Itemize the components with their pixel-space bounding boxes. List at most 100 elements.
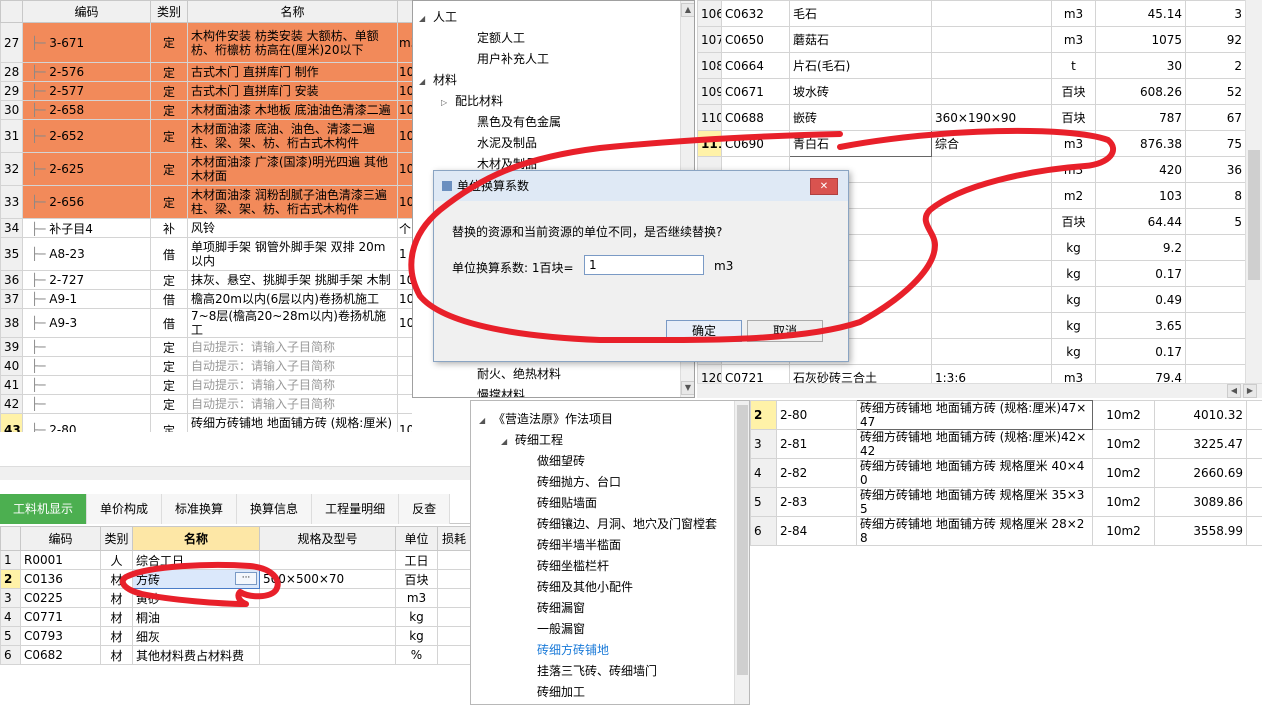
quota-unit[interactable]: 10m2 [1092, 429, 1155, 459]
row-code[interactable]: ├─ 3-671 [22, 22, 151, 63]
scroll-right-icon[interactable]: ▶ [1243, 384, 1257, 398]
glj-name[interactable]: 桐油 [132, 607, 260, 627]
glj-spec[interactable] [259, 588, 396, 608]
row-unit[interactable]: 10 [397, 100, 412, 120]
row-number[interactable]: 34 [0, 218, 23, 238]
col-type[interactable]: 类别 [150, 0, 188, 23]
quota-code[interactable]: 2-84 [776, 516, 857, 546]
tree-node[interactable]: 耐火、绝热材料 [419, 364, 679, 385]
expanded-arrow-icon[interactable]: ◢ [419, 8, 433, 29]
row-name[interactable]: 古式木门 直拼库门 制作 [187, 62, 398, 82]
scroll-down-icon[interactable]: ▼ [681, 381, 694, 395]
table-row[interactable]: 39 ├─ 定自动提示：请输入子目简称 [0, 337, 412, 357]
glj-loss[interactable] [437, 550, 471, 570]
resource-price[interactable]: 0.17 [1095, 260, 1186, 287]
glj-type[interactable]: 材 [100, 607, 133, 627]
glj-name[interactable]: 综合工日 [132, 550, 260, 570]
glj-loss[interactable] [437, 626, 471, 646]
glj-type[interactable]: 材 [100, 588, 133, 608]
resource-spec[interactable] [931, 338, 1052, 365]
resource-grid-hscrollbar[interactable]: ◀ ▶ [697, 383, 1262, 398]
table-row[interactable]: 3 2-81 砖细方砖铺地 地面铺方砖 (规格:厘米)42×42 10m2 3225.4… [750, 429, 1262, 459]
resource-spec[interactable] [931, 52, 1052, 79]
resource-price[interactable]: 876.38 [1095, 130, 1186, 157]
glj-spec[interactable]: 500×500×70 [259, 569, 396, 589]
glj-unit[interactable]: % [395, 645, 438, 665]
table-row[interactable]: 42 ├─ 定自动提示：请输入子目简称 [0, 394, 412, 414]
col-name[interactable]: 名称 [187, 0, 398, 23]
row-type[interactable]: 定 [150, 337, 188, 357]
glj-unit[interactable]: kg [395, 626, 438, 646]
glj-code[interactable]: C0793 [20, 626, 101, 646]
row-name[interactable]: 木材面油漆 广漆(国漆)明光四遍 其他木材面 [187, 152, 398, 186]
quota-name[interactable]: 砖细方砖铺地 地面铺方砖 规格厘米 28×28 [856, 516, 1093, 546]
table-row[interactable]: 111C0690青白石综合m3876.3875 [697, 130, 1246, 157]
row-type[interactable]: 借 [150, 308, 188, 338]
table-row[interactable]: 6 2-84 砖细方砖铺地 地面铺方砖 规格厘米 28×28 10m2 3558.99 [750, 516, 1262, 546]
table-row[interactable]: 4 C0771 材桐油 kg [0, 607, 471, 627]
glj-col-spec[interactable]: 规格及型号 [259, 526, 396, 551]
resource-unit[interactable]: t [1051, 52, 1096, 79]
glj-col-unit[interactable]: 单位 [395, 526, 438, 551]
row-code[interactable]: ├─ 补子目4 [22, 218, 151, 238]
resource-extra[interactable] [1185, 338, 1246, 365]
scroll-thumb[interactable] [1248, 150, 1260, 280]
row-code[interactable]: ├─ [22, 337, 151, 357]
table-row[interactable]: 107C0650蘑菇石 m3107592 [697, 26, 1246, 53]
quota-price[interactable]: 3225.47 [1154, 429, 1247, 459]
row-name[interactable]: 木材面油漆 底油、油色、清漆二遍 柱、梁、架、枋、桁古式木构件 [187, 119, 398, 153]
resource-spec[interactable]: 360×190×90 [931, 104, 1052, 131]
row-code[interactable]: ├─ A9-1 [22, 289, 151, 309]
glj-code[interactable]: R0001 [20, 550, 101, 570]
row-name[interactable]: 自动提示：请输入子目简称 [187, 394, 398, 414]
resource-name[interactable]: 青白石 [789, 130, 932, 157]
row-type[interactable]: 定 [150, 81, 188, 101]
resource-spec[interactable] [931, 0, 1052, 27]
resource-unit[interactable]: m3 [1051, 156, 1096, 183]
row-number[interactable]: 43 [0, 413, 23, 432]
row-unit[interactable] [397, 356, 412, 376]
row-number[interactable]: 37 [0, 289, 23, 309]
resource-extra[interactable] [1185, 312, 1246, 339]
resource-unit[interactable]: kg [1051, 312, 1096, 339]
row-unit[interactable]: 个 [397, 218, 412, 238]
glj-unit[interactable]: 百块 [395, 569, 438, 589]
row-number[interactable]: 33 [0, 185, 23, 219]
row-type[interactable]: 定 [150, 119, 188, 153]
row-type[interactable]: 定 [150, 185, 188, 219]
table-row[interactable]: 28├─ 2-576定古式木门 直拼库门 制作10 [0, 62, 412, 82]
col-code[interactable]: 编码 [22, 0, 151, 23]
resource-extra[interactable]: 2 [1185, 52, 1246, 79]
table-row[interactable]: 109C0671坡水砖 百块608.2652 [697, 78, 1246, 105]
resource-price[interactable]: 420 [1095, 156, 1186, 183]
resource-name[interactable]: 片石(毛石) [789, 52, 932, 79]
row-name[interactable]: 木构件安装 枋类安装 大额枋、单额枋、桁檩枋 枋高在(厘米)20以下 [187, 22, 398, 63]
resource-price[interactable]: 608.26 [1095, 78, 1186, 105]
row-unit[interactable]: 10 [397, 289, 412, 309]
resource-spec[interactable]: 综合 [931, 130, 1052, 157]
resource-code[interactable]: C0690 [721, 130, 790, 157]
row-unit[interactable]: 1 [397, 237, 412, 271]
row-number[interactable]: 38 [0, 308, 23, 338]
table-row[interactable]: 108C0664片石(毛石) t302 [697, 52, 1246, 79]
glj-col-loss[interactable]: 损耗 [437, 526, 471, 551]
row-unit[interactable]: 10 [397, 185, 412, 219]
row-number[interactable]: 4 [750, 458, 777, 488]
row-name[interactable]: 自动提示：请输入子目简称 [187, 375, 398, 395]
row-number[interactable]: 41 [0, 375, 23, 395]
collapsed-arrow-icon[interactable]: ▷ [441, 92, 455, 113]
resource-unit[interactable]: m2 [1051, 182, 1096, 209]
tab-3[interactable]: 换算信息 [237, 494, 313, 524]
row-unit[interactable]: 10 [397, 308, 412, 338]
tree-node[interactable]: 砖细镶边、月洞、地穴及门窗樘套 [479, 514, 734, 535]
quota-price[interactable]: 3558.99 [1154, 516, 1247, 546]
tree-node[interactable]: ◢ 砖细工程 [479, 430, 734, 451]
row-unit[interactable]: 10 [397, 152, 412, 186]
table-row[interactable]: 4 2-82 砖细方砖铺地 地面铺方砖 规格厘米 40×40 10m2 2660.69 [750, 458, 1262, 488]
tab-2[interactable]: 标准换算 [162, 494, 238, 524]
row-number[interactable]: 42 [0, 394, 23, 414]
resource-unit[interactable]: m3 [1051, 26, 1096, 53]
row-number[interactable]: 108 [697, 52, 722, 79]
row-name[interactable]: 抹灰、悬空、挑脚手架 挑脚手架 木制 [187, 270, 398, 290]
tree-node[interactable]: 砖细加工 [479, 682, 734, 703]
